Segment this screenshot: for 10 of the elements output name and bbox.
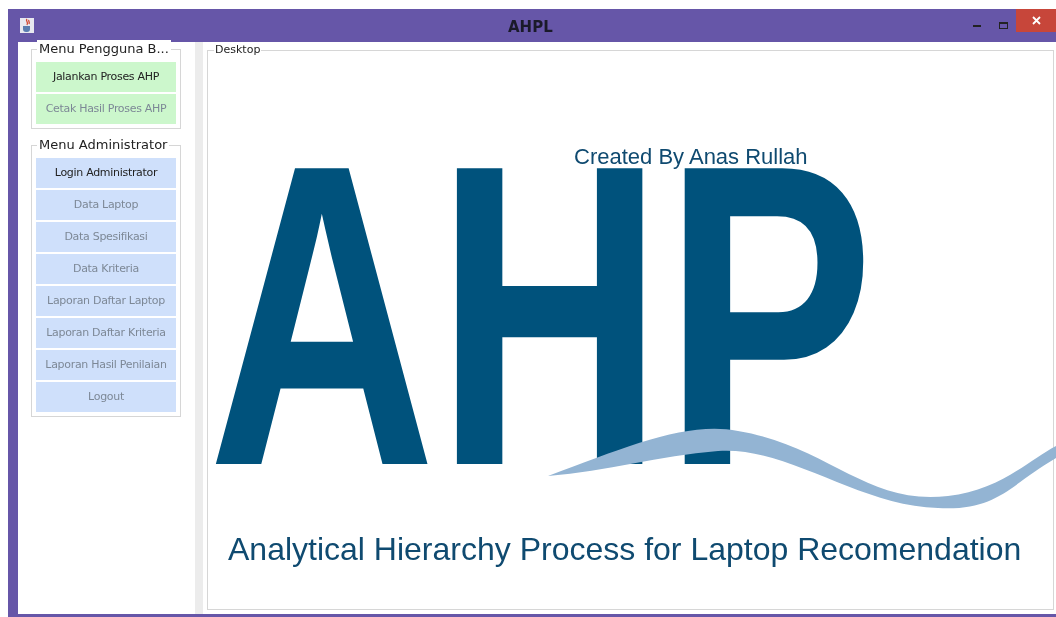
group-title: Menu Pengguna B... [37,40,171,58]
panel-title: Desktop [214,43,262,57]
window-title: AHPL [508,17,553,38]
credit-text: Created By Anas Rullah [574,143,808,169]
close-button[interactable] [1016,9,1056,32]
menu-button[interactable]: Login Administrator [36,158,176,188]
java-cup-icon [20,18,34,33]
subtitle-text: Analytical Hierarchy Process for Laptop Recomendation [228,530,1022,569]
close-icon [1031,16,1041,25]
menu-button[interactable]: Jalankan Proses AHP [36,62,176,92]
